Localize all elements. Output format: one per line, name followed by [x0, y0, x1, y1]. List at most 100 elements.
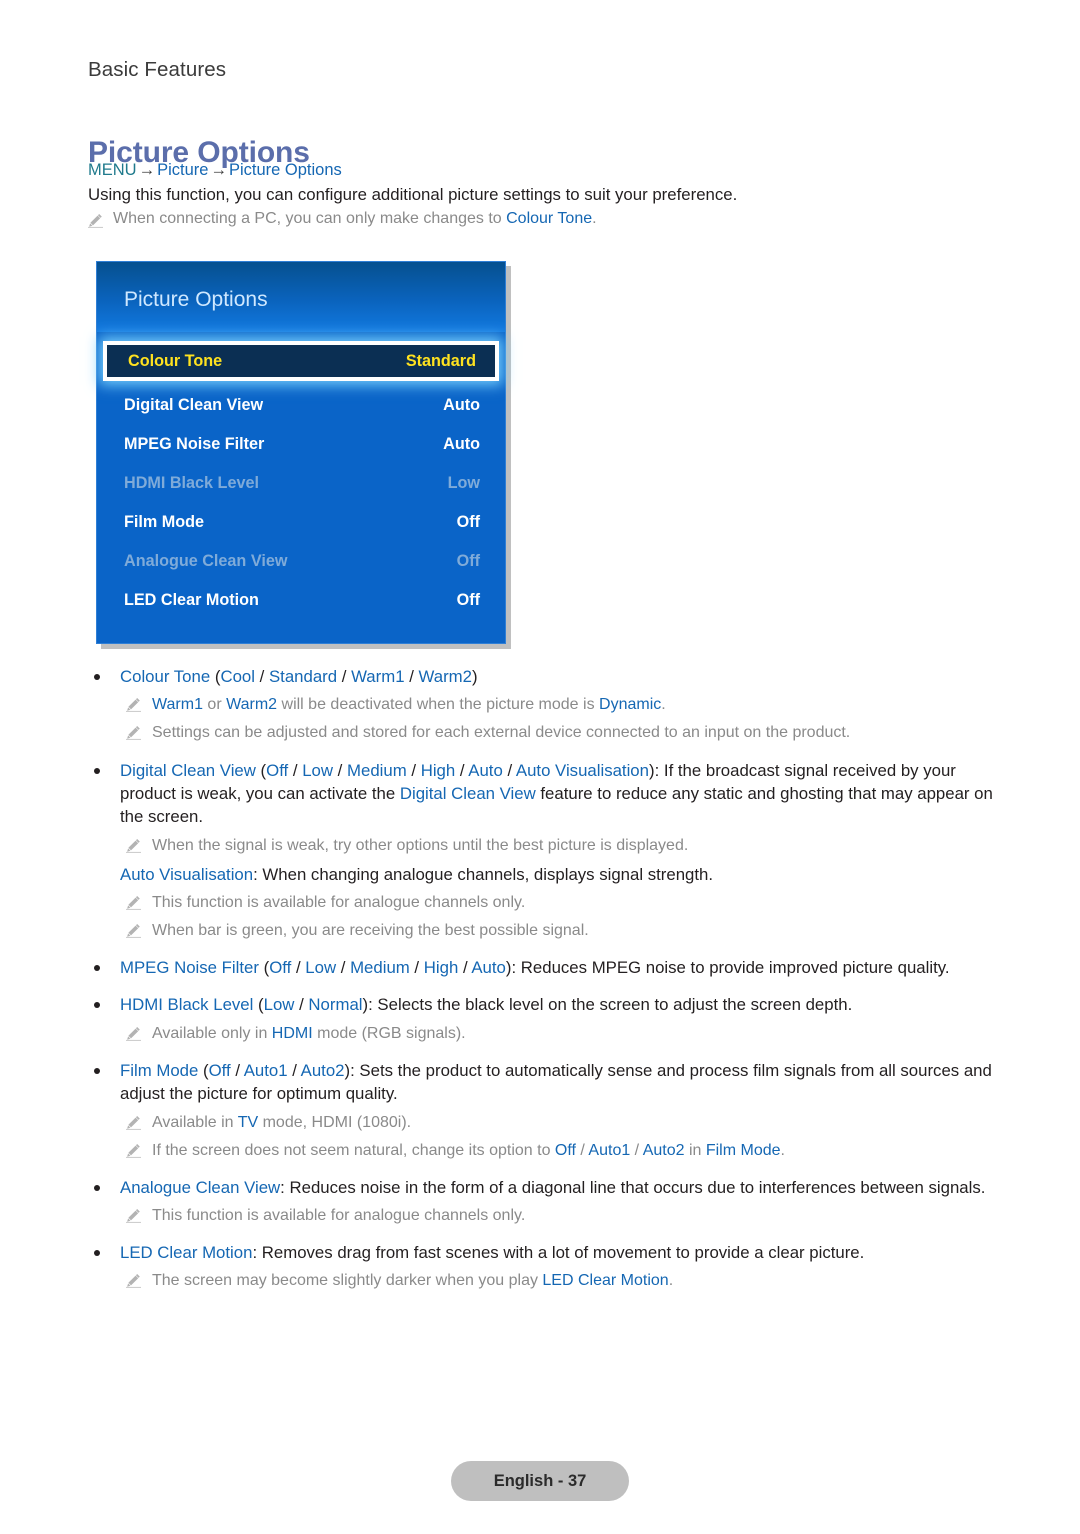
option-medium: Medium — [347, 760, 407, 780]
osd-row-label: HDMI Black Level — [124, 474, 259, 492]
osd-row-led-clear-motion[interactable]: LED Clear Motion Off — [97, 581, 505, 620]
osd-row-film-mode[interactable]: Film Mode Off — [97, 503, 505, 542]
bullet-digital-clean-view: Digital Clean View (Off / Low / Medium /… — [88, 759, 1000, 829]
term-colour-tone[interactable]: Colour Tone — [120, 667, 210, 686]
separator: / — [291, 958, 306, 978]
breadcrumb-arrow-2: → — [210, 161, 227, 179]
osd-picture-options-menu[interactable]: Picture Options Colour Tone Standard Dig… — [96, 261, 506, 644]
text: mode (RGB signals). — [312, 1024, 466, 1042]
option-auto: Auto — [468, 760, 503, 780]
option-auto1: Auto1 — [243, 1060, 288, 1080]
osd-row-list: Colour Tone Standard Digital Clean View … — [97, 332, 505, 620]
bullet-analogue-clean-view: Analogue Clean View: Reduces noise in th… — [88, 1176, 1000, 1199]
breadcrumb-arrow-1: → — [138, 161, 156, 179]
term-analogue-clean-view[interactable]: Analogue Clean View — [120, 1178, 280, 1197]
osd-row-label: Colour Tone — [128, 351, 223, 370]
breadcrumb-picture-options[interactable]: Picture Options — [229, 161, 342, 179]
body-content: Colour Tone (Cool / Standard / Warm1 / W… — [88, 665, 1000, 1299]
pencil-icon — [126, 923, 141, 938]
text: : When changing analogue channels, displ… — [253, 864, 714, 884]
option-warm2: Warm2 — [418, 667, 472, 686]
text: will be deactivated when the picture mod… — [277, 696, 600, 714]
term-film-mode-ref: Film Mode — [705, 1141, 781, 1159]
option-cool: Cool — [220, 667, 255, 686]
osd-row-digital-clean-view[interactable]: Digital Clean View Auto — [97, 386, 505, 425]
text: . — [661, 696, 666, 714]
option-low: Low — [302, 760, 334, 780]
option-off: Off — [208, 1060, 231, 1080]
osd-row-label: Film Mode — [124, 513, 205, 531]
text: : Removes drag from fast scenes with a l… — [252, 1243, 865, 1263]
term-dynamic: Dynamic — [599, 696, 662, 714]
note-analogue-only-2: This function is available for analogue … — [88, 1205, 1000, 1227]
text: Available only in — [152, 1024, 272, 1042]
pencil-icon — [126, 895, 141, 910]
paren-open: ( — [198, 1060, 209, 1080]
note-hdmi-rgb: Available only in HDMI mode (RGB signals… — [88, 1023, 1000, 1045]
paren-open: ( — [255, 760, 267, 780]
note-text: Settings can be adjusted and stored for … — [152, 724, 851, 742]
note-text: This function is available for analogue … — [152, 893, 526, 911]
option-high: High — [423, 958, 459, 978]
intro-note-after: . — [592, 210, 597, 227]
term-digital-clean-view[interactable]: Digital Clean View — [120, 761, 256, 780]
option-low: Low — [305, 958, 337, 978]
term-tv: TV — [237, 1113, 259, 1131]
term-hdmi-black-level[interactable]: HDMI Black Level — [120, 995, 253, 1014]
note-screen-not-natural: If the screen does not seem natural, cha… — [88, 1140, 1000, 1162]
osd-row-label: Digital Clean View — [124, 396, 264, 414]
separator: / — [336, 958, 351, 978]
osd-row-value: Low — [447, 474, 480, 492]
osd-row-value: Off — [456, 552, 480, 570]
option-off: Off — [266, 760, 289, 780]
osd-row-value: Standard — [405, 351, 476, 370]
text: mode, HDMI (1080i). — [258, 1113, 412, 1131]
running-header: Basic Features — [88, 58, 227, 81]
osd-row-colour-tone[interactable]: Colour Tone Standard — [103, 341, 499, 381]
pencil-icon — [126, 697, 141, 713]
separator: / — [630, 1141, 643, 1159]
bullet-mpeg-noise-filter: MPEG Noise Filter (Off / Low / Medium / … — [88, 956, 1000, 979]
separator: / — [333, 760, 348, 780]
note-text: When the signal is weak, try other optio… — [152, 836, 689, 854]
osd-row-label: MPEG Noise Filter — [124, 435, 265, 453]
note-analogue-only-1: This function is available for analogue … — [88, 892, 1000, 914]
intro-note-before: When connecting a PC, you can only make … — [113, 210, 507, 227]
osd-row-mpeg-noise-filter[interactable]: MPEG Noise Filter Auto — [97, 425, 505, 464]
separator: / — [575, 1141, 589, 1159]
term-led-clear-motion[interactable]: LED Clear Motion — [120, 1243, 252, 1262]
separator: / — [294, 995, 309, 1015]
osd-row-value: Auto — [443, 435, 480, 453]
intro-note-link[interactable]: Colour Tone — [506, 210, 592, 227]
text: : Reduces noise in the form of a diagona… — [280, 1177, 986, 1197]
separator: / — [458, 958, 472, 978]
text: . — [780, 1141, 785, 1159]
breadcrumb-picture[interactable]: Picture — [157, 161, 208, 179]
breadcrumb-menu[interactable]: MENU — [88, 161, 137, 179]
separator: / — [288, 760, 303, 780]
separator: / — [409, 958, 424, 978]
text: Available in — [152, 1113, 238, 1131]
term-film-mode[interactable]: Film Mode — [120, 1061, 198, 1080]
separator: / — [230, 1060, 244, 1080]
option-auto1: Auto1 — [588, 1141, 631, 1159]
note-text: When bar is green, you are receiving the… — [152, 922, 589, 940]
bullet-colour-tone: Colour Tone (Cool / Standard / Warm1 / W… — [88, 665, 1000, 688]
term-warm1: Warm1 — [152, 696, 203, 714]
osd-title: Picture Options — [124, 288, 268, 311]
separator: / — [455, 760, 469, 780]
option-auto2: Auto2 — [642, 1141, 685, 1159]
separator: / — [254, 667, 269, 686]
separator: / — [404, 667, 419, 686]
term-mpeg-noise-filter[interactable]: MPEG Noise Filter — [120, 958, 259, 977]
footer-page-badge: English - 37 — [451, 1461, 629, 1501]
osd-row-value: Off — [456, 513, 480, 531]
osd-row-analogue-clean-view: Analogue Clean View Off — [97, 542, 505, 581]
pencil-icon — [126, 1208, 141, 1223]
pencil-icon — [126, 1026, 141, 1041]
paren-open: ( — [253, 995, 264, 1015]
pencil-icon — [88, 213, 103, 228]
note-screen-darker: The screen may become slightly darker wh… — [88, 1270, 1000, 1292]
text: If the screen does not seem natural, cha… — [152, 1141, 555, 1159]
option-off: Off — [554, 1141, 576, 1159]
